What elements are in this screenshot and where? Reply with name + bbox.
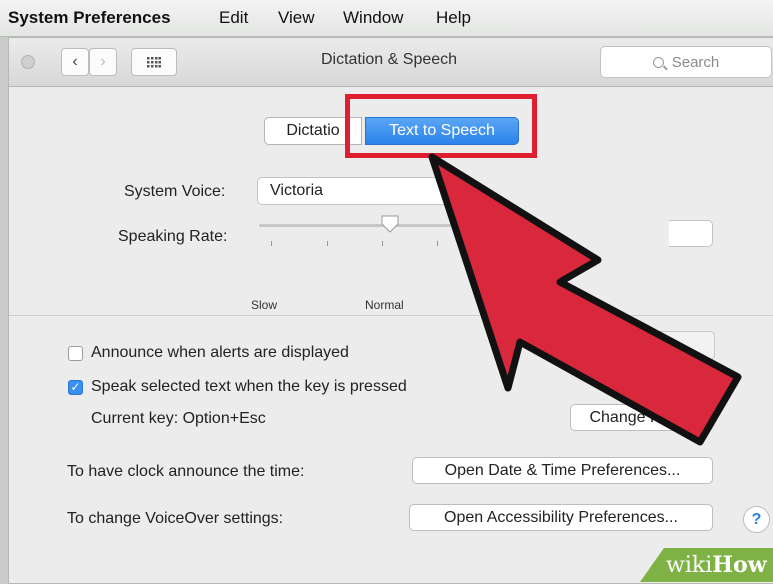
chevron-right-icon: › xyxy=(100,53,106,70)
clock-label: To have clock announce the time: xyxy=(67,463,305,480)
speak-selected-label: Speak selected text when the key is pres… xyxy=(91,378,407,395)
speaking-rate-slider[interactable] xyxy=(259,224,469,227)
open-date-time-button[interactable]: Open Date & Time Preferences... xyxy=(412,457,713,484)
system-voice-label: System Voice: xyxy=(124,183,226,200)
slider-tick xyxy=(437,241,438,246)
watermark-suffix: How xyxy=(712,552,767,578)
options-button[interactable] xyxy=(579,331,715,360)
menu-window[interactable]: Window xyxy=(343,8,403,28)
change-key-button[interactable]: Change Key… xyxy=(570,404,713,431)
show-all-button[interactable] xyxy=(131,48,177,76)
speak-selected-checkbox[interactable]: ✓ xyxy=(68,380,83,395)
forward-button[interactable]: › xyxy=(89,48,117,76)
slider-tick xyxy=(327,241,328,246)
watermark-prefix: wiki xyxy=(666,552,713,578)
search-placeholder: Search xyxy=(671,53,720,71)
rate-slow-label: Slow xyxy=(251,298,278,312)
section-divider xyxy=(9,315,773,316)
announce-alerts-label: Announce when alerts are displayed xyxy=(91,344,349,361)
menu-system-preferences[interactable]: System Preferences xyxy=(8,8,171,28)
slider-knob[interactable] xyxy=(380,214,400,234)
rate-normal-label: Normal xyxy=(365,298,404,312)
search-icon xyxy=(652,56,664,68)
title-bar: ‹ › Dictation & Speech Search xyxy=(9,38,773,87)
menu-edit[interactable]: Edit xyxy=(219,8,248,28)
content-pane: Dictatio Text to Speech System Voice: Vi… xyxy=(9,87,773,583)
speaking-rate-label: Speaking Rate: xyxy=(118,228,228,245)
window-title: Dictation & Speech xyxy=(320,51,458,68)
menu-view[interactable]: View xyxy=(278,8,315,28)
slider-tick xyxy=(382,241,383,246)
close-window-icon[interactable] xyxy=(21,55,35,69)
open-accessibility-button[interactable]: Open Accessibility Preferences... xyxy=(409,504,713,531)
menu-help[interactable]: Help xyxy=(436,8,471,28)
chevron-left-icon: ‹ xyxy=(72,53,78,70)
current-key-label: Current key: Option+Esc xyxy=(91,410,266,427)
voice-menu-end[interactable] xyxy=(669,220,713,247)
system-voice-select[interactable]: Victoria xyxy=(257,177,467,205)
announce-alerts-checkbox[interactable] xyxy=(68,346,83,361)
grid-icon xyxy=(147,56,161,67)
slider-tick xyxy=(271,241,272,246)
search-field[interactable]: Search xyxy=(600,46,772,78)
back-button[interactable]: ‹ xyxy=(61,48,89,76)
highlight-box xyxy=(345,94,537,158)
menu-bar: System Preferences Edit View Window Help xyxy=(0,0,773,37)
preferences-window: ‹ › Dictation & Speech Search Dictatio T… xyxy=(8,37,773,584)
help-button[interactable]: ? xyxy=(743,506,770,533)
voiceover-label: To change VoiceOver settings: xyxy=(67,510,284,527)
